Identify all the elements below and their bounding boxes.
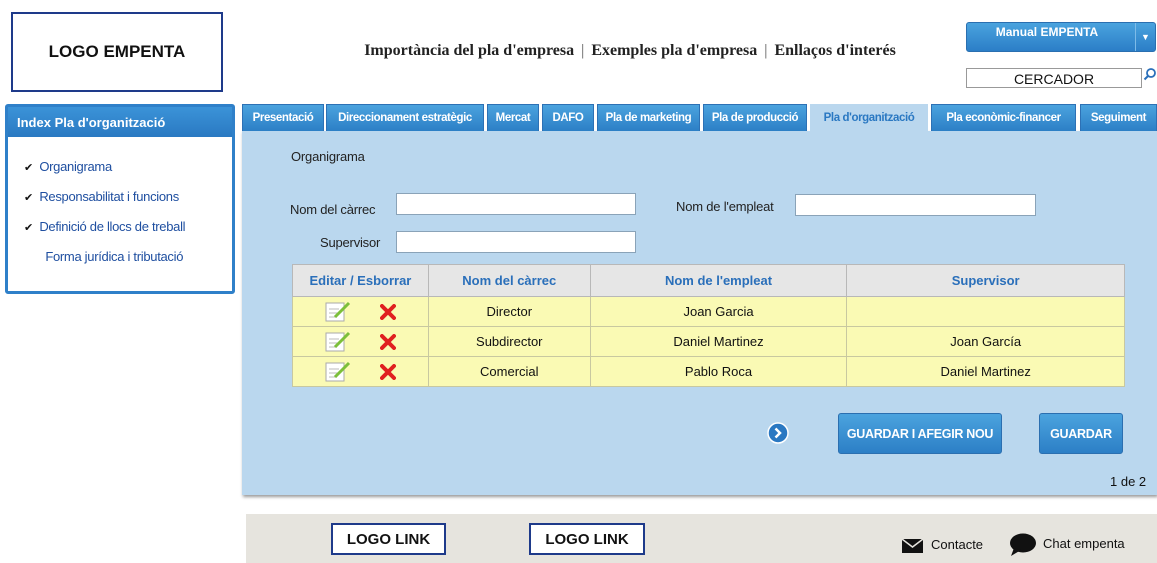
col-header-empleat: Nom de l'empleat	[589, 264, 848, 297]
tab-dafo[interactable]: DAFO	[542, 104, 594, 131]
tab-pla-economic[interactable]: Pla econòmic-financer	[931, 104, 1076, 131]
logo-link-1[interactable]: LOGO LINK	[331, 523, 446, 555]
cell-empleat: Pablo Roca	[589, 356, 848, 387]
chat-link[interactable]: Chat empenta	[1043, 536, 1125, 551]
carrec-input[interactable]	[396, 193, 636, 215]
delete-icon[interactable]	[380, 333, 397, 350]
carrec-label: Nom del càrrec	[290, 202, 376, 217]
nav-separator: |	[581, 42, 585, 59]
sidebar-item-label: Organigrama	[39, 159, 112, 174]
col-header-editar: Editar / Esborrar	[292, 264, 429, 297]
table-header-row: Editar / Esborrar Nom del càrrec Nom de …	[292, 264, 1125, 297]
empleat-input[interactable]	[795, 194, 1036, 216]
cell-carrec: Comercial	[427, 356, 591, 387]
next-page-icon[interactable]	[767, 422, 789, 444]
delete-icon[interactable]	[380, 363, 397, 380]
col-header-carrec: Nom del càrrec	[427, 264, 591, 297]
tab-pla-organitzacio[interactable]: Pla d'organització	[810, 104, 928, 131]
row-actions	[292, 356, 429, 387]
search-input[interactable]: CERCADOR	[966, 68, 1142, 88]
tab-pla-marketing[interactable]: Pla de marketing	[597, 104, 700, 131]
cell-empleat: Joan Garcia	[589, 296, 848, 327]
tab-seguiment[interactable]: Seguiment	[1080, 104, 1157, 131]
edit-icon[interactable]	[325, 301, 351, 323]
chevron-down-icon[interactable]: ▼	[1135, 23, 1155, 51]
table-row: Comercial Pablo Roca Daniel Martinez	[292, 356, 1125, 387]
save-add-new-button[interactable]: GUARDAR I AFEGIR NOU	[838, 413, 1002, 454]
empleat-label: Nom de l'empleat	[676, 199, 774, 214]
row-actions	[292, 326, 429, 357]
logo[interactable]: LOGO EMPENTA	[11, 12, 223, 92]
edit-icon[interactable]	[325, 331, 351, 353]
tab-pla-produccio[interactable]: Pla de producció	[703, 104, 807, 131]
edit-icon[interactable]	[325, 361, 351, 383]
chat-icon[interactable]	[1009, 533, 1036, 557]
nav-link-importancia[interactable]: Importància del pla d'empresa	[364, 42, 574, 60]
cell-carrec: Director	[427, 296, 591, 327]
sidebar-item-responsabilitat[interactable]: ✔ Responsabilitat i funcions	[24, 177, 232, 207]
manual-button[interactable]: Manual EMPENTA ▼	[966, 22, 1156, 52]
nav-link-exemples[interactable]: Exemples pla d'empresa	[591, 42, 757, 60]
sidebar-item-forma-juridica[interactable]: Forma jurídica i tributació	[24, 237, 232, 267]
checkmark-icon: ✔	[24, 162, 33, 174]
row-actions	[292, 296, 429, 327]
cell-supervisor	[846, 296, 1125, 327]
tab-direccionament[interactable]: Direccionament estratègic	[326, 104, 484, 131]
sidebar-title: Index Pla d'organització	[8, 107, 232, 137]
col-header-supervisor: Supervisor	[846, 264, 1125, 297]
contact-link[interactable]: Contacte	[931, 537, 983, 552]
search-icon[interactable]	[1143, 67, 1157, 81]
table-row: Subdirector Daniel Martinez Joan García	[292, 326, 1125, 357]
manual-button-label: Manual EMPENTA	[995, 25, 1099, 39]
cell-carrec: Subdirector	[427, 326, 591, 357]
cell-supervisor: Daniel Martinez	[846, 356, 1125, 387]
nav-link-enllacos[interactable]: Enllaços d'interés	[774, 42, 895, 60]
sidebar-item-organigrama[interactable]: ✔ Organigrama	[24, 147, 232, 177]
checkmark-icon: ✔	[24, 222, 33, 234]
sidebar-item-label: Responsabilitat i funcions	[39, 189, 179, 204]
table-row: Director Joan Garcia	[292, 296, 1125, 327]
tab-presentacio[interactable]: Presentació	[242, 104, 324, 131]
sidebar-item-label: Forma jurídica i tributació	[45, 249, 184, 264]
organigrama-table: Editar / Esborrar Nom del càrrec Nom de …	[292, 264, 1125, 387]
supervisor-label: Supervisor	[320, 235, 381, 250]
sidebar-item-label: Definició de llocs de treball	[39, 219, 186, 234]
supervisor-input[interactable]	[396, 231, 636, 253]
sidebar: Index Pla d'organització ✔ Organigrama ✔…	[5, 104, 235, 294]
checkmark-icon: ✔	[24, 192, 33, 204]
top-nav: Importància del pla d'empresa | Exemples…	[300, 42, 960, 60]
logo-link-2[interactable]: LOGO LINK	[529, 523, 645, 555]
delete-icon[interactable]	[380, 303, 397, 320]
tab-mercat[interactable]: Mercat	[487, 104, 539, 131]
cell-empleat: Daniel Martinez	[589, 326, 848, 357]
sidebar-item-definicio[interactable]: ✔ Definició de llocs de treball	[24, 207, 232, 237]
section-title: Organigrama	[291, 149, 365, 164]
save-button[interactable]: GUARDAR	[1039, 413, 1123, 454]
nav-separator: |	[764, 42, 768, 59]
mail-icon[interactable]	[902, 539, 923, 553]
cell-supervisor: Joan García	[846, 326, 1125, 357]
pagination-indicator: 1 de 2	[1110, 474, 1147, 489]
